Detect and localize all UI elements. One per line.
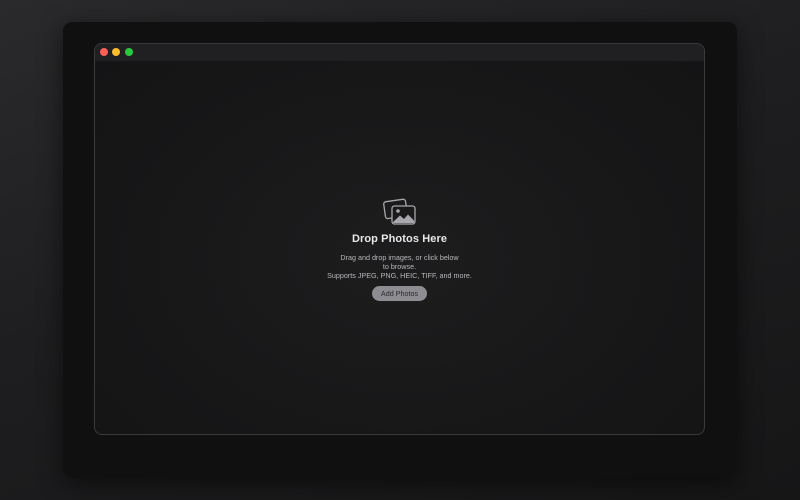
drop-description-line: Drag and drop images, or click below	[340, 253, 459, 262]
add-photos-button[interactable]: Add Photos	[371, 286, 428, 301]
minimize-window-button[interactable]	[112, 48, 120, 56]
drop-description-line: Supports JPEG, PNG, HEIC, TIFF, and more…	[327, 271, 472, 280]
drop-title: Drop Photos Here	[351, 233, 448, 245]
drop-zone-content: Drop Photos Here Drag and drop images, o…	[270, 198, 530, 301]
zoom-window-button[interactable]	[125, 48, 133, 56]
app-window: Drop Photos Here Drag and drop images, o…	[94, 43, 705, 435]
photos-icon	[382, 198, 416, 225]
drop-description-line: to browse.	[382, 262, 417, 271]
photo-drop-zone[interactable]: Drop Photos Here Drag and drop images, o…	[95, 61, 704, 434]
close-window-button[interactable]	[100, 48, 108, 56]
window-titlebar[interactable]	[95, 44, 704, 62]
drop-description: Drag and drop images, or click below to …	[270, 253, 530, 280]
